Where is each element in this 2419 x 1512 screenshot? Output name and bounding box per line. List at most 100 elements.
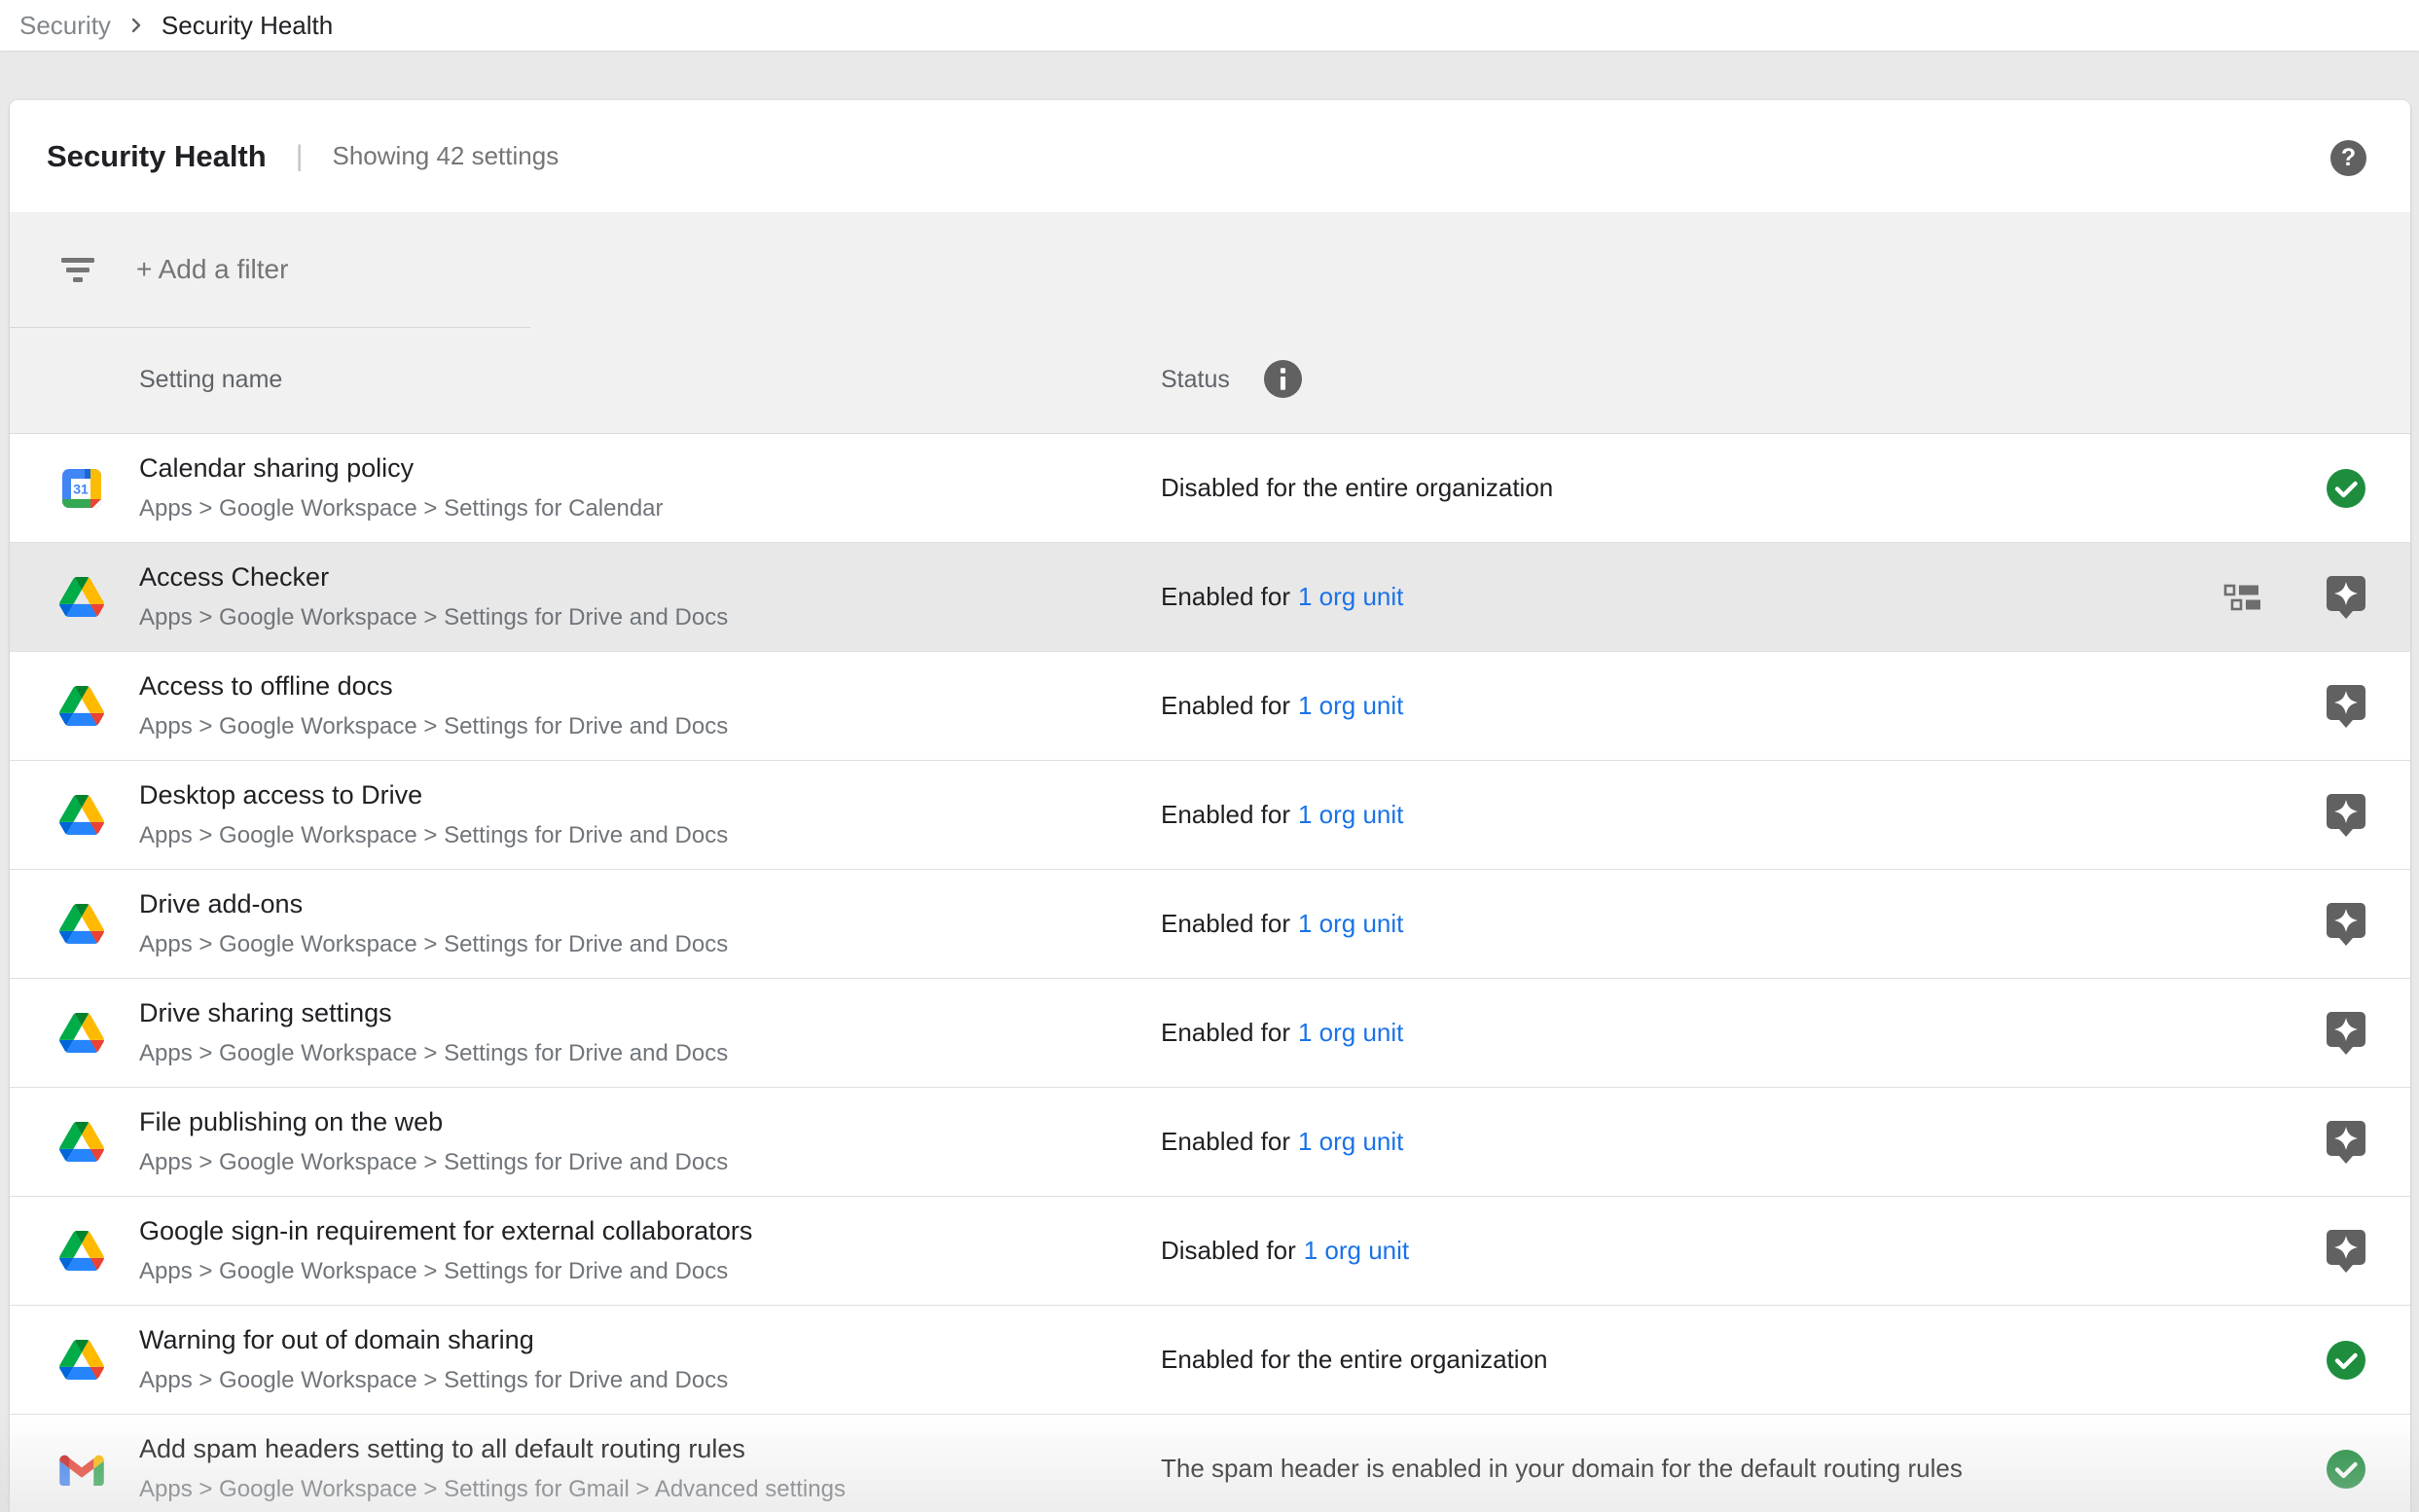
table-column-headers: Setting name Status [10,327,2410,434]
status-cell: The spam header is enabled in your domai… [1161,1415,1963,1512]
setting-path: Apps > Google Workspace > Settings for C… [139,495,664,522]
status-cell: Enabled for 1 org unit [1161,979,1403,1087]
recommendation-badge-icon[interactable] [2325,574,2367,620]
status-text: Disabled for the entire organization [1161,473,1553,503]
recommendation-badge-icon[interactable] [2325,1119,2367,1165]
table-row[interactable]: Drive sharing settings Apps > Google Wor… [10,979,2410,1088]
setting-name: Access to offline docs [139,671,728,702]
app-icon-cell [56,652,107,760]
trailing-icon-cell [2324,652,2368,760]
table-row[interactable]: Warning for out of domain sharing Apps >… [10,1306,2410,1415]
table-row[interactable]: Add spam headers setting to all default … [10,1415,2410,1512]
setting-path: Apps > Google Workspace > Settings for D… [139,604,728,631]
setting-text-cell: Calendar sharing policy Apps > Google Wo… [139,434,664,542]
trailing-icon-cell [2324,870,2368,978]
table-row[interactable]: Access to offline docs Apps > Google Wor… [10,652,2410,761]
trailing-icon-cell [2324,1415,2368,1512]
drive-icon [59,1231,104,1271]
setting-text-cell: Google sign-in requirement for external … [139,1197,752,1305]
org-icon-cell [2220,1088,2271,1196]
setting-name: Drive sharing settings [139,998,728,1028]
org-unit-link[interactable]: 1 org unit [1298,1127,1403,1157]
org-unit-link[interactable]: 1 org unit [1298,582,1403,612]
status-cell: Enabled for 1 org unit [1161,652,1403,760]
filter-icon [60,257,95,288]
org-unit-link[interactable]: 1 org unit [1298,909,1403,939]
trailing-icon-cell [2324,543,2368,651]
settings-count: Showing 42 settings [333,141,560,171]
org-unit-applied-icon [2223,584,2268,611]
app-icon-cell [56,543,107,651]
status-ok-icon [2326,1340,2366,1381]
app-icon-cell [56,1306,107,1414]
setting-path: Apps > Google Workspace > Settings for D… [139,931,728,958]
status-ok-icon [2326,468,2366,509]
recommendation-badge-icon[interactable] [2325,683,2367,729]
trailing-icon-cell [2324,1088,2368,1196]
title-separator: | [296,140,304,173]
setting-text-cell: Access to offline docs Apps > Google Wor… [139,652,728,760]
setting-name: Warning for out of domain sharing [139,1325,728,1355]
status-text: Disabled for [1161,1236,1296,1266]
svg-text:31: 31 [73,481,89,496]
chevron-right-icon [126,16,146,35]
status-cell: Enabled for 1 org unit [1161,870,1403,978]
org-icon-cell [2220,870,2271,978]
status-cell: Enabled for 1 org unit [1161,543,1403,651]
table-row[interactable]: File publishing on the web Apps > Google… [10,1088,2410,1197]
help-button[interactable]: ? [2330,140,2366,176]
setting-text-cell: Desktop access to Drive Apps > Google Wo… [139,761,728,869]
org-icon-cell [2220,543,2271,651]
org-icon-cell [2220,761,2271,869]
drive-icon [59,577,104,617]
org-icon-cell [2220,434,2271,542]
recommendation-badge-icon[interactable] [2325,1010,2367,1056]
org-unit-link[interactable]: 1 org unit [1304,1236,1409,1266]
status-text: Enabled for the entire organization [1161,1345,1548,1375]
table-row[interactable]: Desktop access to Drive Apps > Google Wo… [10,761,2410,870]
setting-name: File publishing on the web [139,1107,728,1137]
breadcrumb-security-link[interactable]: Security [19,11,111,41]
drive-icon [59,1013,104,1053]
status-cell: Disabled for the entire organization [1161,434,1553,542]
recommendation-badge-icon[interactable] [2325,1228,2367,1274]
table-row[interactable]: Google sign-in requirement for external … [10,1197,2410,1306]
trailing-icon-cell [2324,1306,2368,1414]
recommendation-badge-icon[interactable] [2325,901,2367,947]
breadcrumb: Security Security Health [0,0,2419,51]
add-filter-button[interactable]: + Add a filter [136,254,288,285]
setting-path: Apps > Google Workspace > Settings for D… [139,713,728,740]
setting-path: Apps > Google Workspace > Settings for D… [139,1258,752,1285]
page-title: Security Health [47,139,267,174]
help-icon: ? [2341,146,2356,170]
status-info-icon[interactable] [1263,359,1303,404]
setting-text-cell: Drive sharing settings Apps > Google Wor… [139,979,728,1087]
security-health-card: Security Health | Showing 42 settings ? … [10,100,2410,1512]
app-icon-cell [56,761,107,869]
setting-path: Apps > Google Workspace > Settings for D… [139,1040,728,1067]
org-unit-link[interactable]: 1 org unit [1298,1018,1403,1048]
gmail-icon [59,1452,104,1486]
column-header-status: Status [1161,366,1230,394]
settings-table-body: 31 Calendar sharing policy Apps > Google… [10,434,2410,1512]
table-row[interactable]: Access Checker Apps > Google Workspace >… [10,543,2410,652]
drive-icon [59,795,104,835]
trailing-icon-cell [2324,979,2368,1087]
drive-icon [59,904,104,944]
app-icon-cell [56,1415,107,1512]
org-unit-link[interactable]: 1 org unit [1298,800,1403,830]
setting-path: Apps > Google Workspace > Settings for D… [139,822,728,849]
org-icon-cell [2220,1415,2271,1512]
recommendation-badge-icon[interactable] [2325,792,2367,838]
table-row[interactable]: 31 Calendar sharing policy Apps > Google… [10,434,2410,543]
trailing-icon-cell [2324,434,2368,542]
status-cell: Enabled for the entire organization [1161,1306,1548,1414]
table-row[interactable]: Drive add-ons Apps > Google Workspace > … [10,870,2410,979]
setting-text-cell: File publishing on the web Apps > Google… [139,1088,728,1196]
status-text: Enabled for [1161,800,1290,830]
app-icon-cell [56,870,107,978]
org-unit-link[interactable]: 1 org unit [1298,691,1403,721]
org-icon-cell [2220,1197,2271,1305]
status-cell: Disabled for 1 org unit [1161,1197,1409,1305]
status-text: Enabled for [1161,1018,1290,1048]
